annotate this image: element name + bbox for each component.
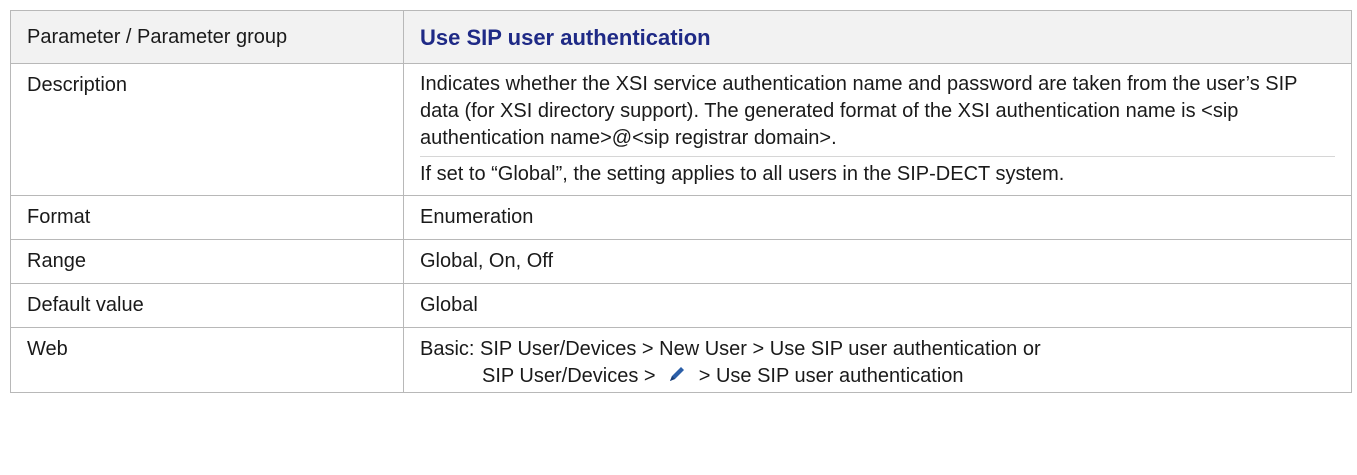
format-value-cell: Enumeration [403,195,1352,240]
format-label: Format [27,206,91,228]
web-value-cell: Basic: SIP User/Devices > New User > Use… [403,327,1352,393]
default-value: Global [420,294,478,316]
default-value-cell: Global [403,283,1352,328]
range-label-cell: Range [10,239,404,284]
default-value-label: Default value [27,294,144,316]
web-label: Web [27,338,68,360]
header-label-cell: Parameter / Parameter group [10,10,404,64]
description-row: Description Indicates whether the XSI se… [10,63,1352,196]
pencil-icon [667,364,687,384]
web-path-suffix: > Use SIP user authentication [698,365,964,387]
format-label-cell: Format [10,195,404,240]
web-path-prefix: SIP User/Devices > [482,365,656,387]
default-label-cell: Default value [10,283,404,328]
range-row: Range Global, On, Off [10,239,1352,284]
header-row: Parameter / Parameter group Use SIP user… [10,10,1352,64]
range-value-cell: Global, On, Off [403,239,1352,284]
format-row: Format Enumeration [10,195,1352,240]
description-paragraph-1: Indicates whether the XSI service authen… [420,73,1298,149]
description-label-cell: Description [10,63,404,196]
description-value-cell: Indicates whether the XSI service authen… [403,63,1352,196]
header-label: Parameter / Parameter group [27,26,288,48]
description-label: Description [27,74,128,96]
web-label-cell: Web [10,327,404,393]
parameter-title: Use SIP user authentication [420,25,711,50]
range-value: Global, On, Off [420,250,554,272]
default-value-row: Default value Global [10,283,1352,328]
parameter-table: Parameter / Parameter group Use SIP user… [10,10,1352,393]
range-label: Range [27,250,86,272]
web-path-line-2: SIP User/Devices > > Use SIP user authen… [420,363,1335,390]
web-path-line-1: Basic: SIP User/Devices > New User > Use… [420,338,1041,360]
header-title-cell: Use SIP user authentication [403,10,1352,64]
format-value: Enumeration [420,206,534,228]
web-row: Web Basic: SIP User/Devices > New User >… [10,327,1352,393]
description-paragraph-2: If set to “Global”, the setting applies … [420,156,1335,188]
